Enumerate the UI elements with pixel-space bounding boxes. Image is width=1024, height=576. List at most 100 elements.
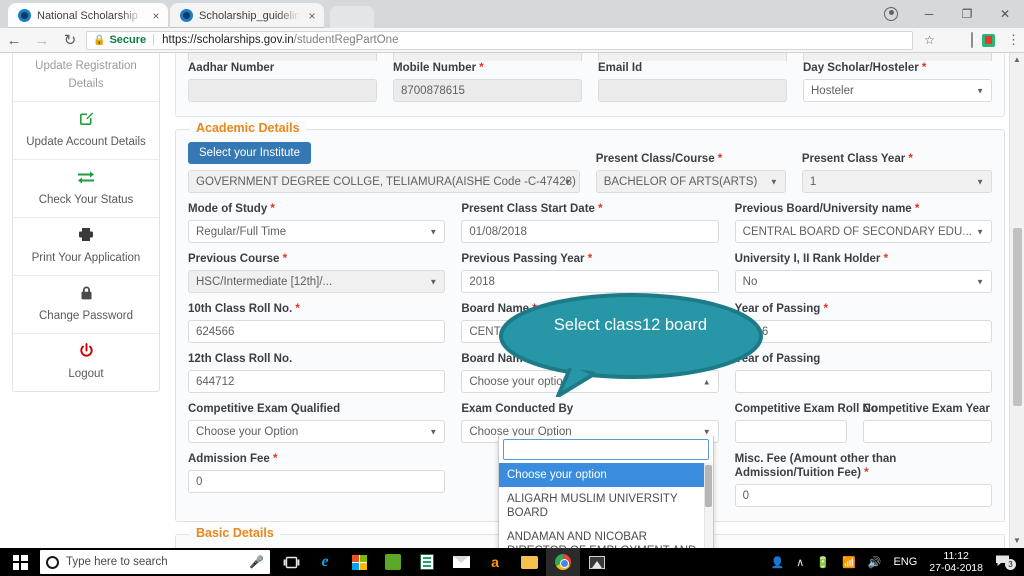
page-scrollbar[interactable]: ▲ ▼ xyxy=(1009,53,1024,548)
microphone-icon[interactable]: 🎤 xyxy=(249,555,264,569)
maximize-button[interactable]: ❐ xyxy=(948,0,986,28)
email-id-input[interactable] xyxy=(598,79,787,102)
mode-of-study-select[interactable]: Regular/Full Time ▼ xyxy=(188,220,446,243)
field-previous-course: Previous Course * HSC/Intermediate [12th… xyxy=(188,252,446,293)
browser-tab-2[interactable]: Scholarship_guidelines_P × xyxy=(170,3,324,28)
select-value: CENTRAL BOARD OF SECONDARY EDU... xyxy=(742,225,972,238)
bookmark-star-icon[interactable]: ☆ xyxy=(919,33,940,47)
start-button[interactable] xyxy=(0,548,40,576)
tenth-class-roll-no-input[interactable]: 624566 xyxy=(188,320,446,343)
taskbar-search-box[interactable]: Type here to search 🎤 xyxy=(40,550,270,574)
back-button[interactable]: ← xyxy=(0,32,28,49)
previous-course-select[interactable]: HSC/Intermediate [12th]/... ▼ xyxy=(188,270,446,293)
misc-fee-input[interactable]: 0 xyxy=(734,484,992,507)
dropdown-scroll-thumb[interactable] xyxy=(705,465,712,507)
new-tab-button[interactable] xyxy=(330,6,374,28)
dropdown-scrollbar[interactable] xyxy=(704,463,713,548)
field-previous-board-university: Previous Board/University name * CENTRAL… xyxy=(734,202,992,243)
present-class-year-select[interactable]: 1 ▼ xyxy=(801,170,992,193)
taskbar-app-green[interactable] xyxy=(376,548,410,576)
scroll-up-arrow[interactable]: ▲ xyxy=(1010,53,1024,67)
taskbar-app-file-explorer[interactable] xyxy=(512,548,546,576)
day-scholar-hosteler-select[interactable]: Hosteler ▼ xyxy=(803,79,992,102)
tab-favicon xyxy=(180,9,193,22)
reload-button[interactable]: ↻ xyxy=(56,31,84,49)
profile-avatar-icon[interactable] xyxy=(872,0,910,28)
microsoft-store-icon xyxy=(351,554,367,570)
field-label: Competitive Exam Qualified xyxy=(188,403,341,415)
chevron-up-icon[interactable]: ∧ xyxy=(790,556,810,569)
aadhar-number-input[interactable] xyxy=(188,79,377,102)
sidebar-item-label: Check Your Status xyxy=(38,194,134,206)
scroll-down-arrow[interactable]: ▼ xyxy=(1010,534,1024,548)
green-extension-icon[interactable] xyxy=(982,33,1003,47)
sidebar-item-update-registration[interactable]: Update Registration Details xyxy=(13,53,159,102)
admission-fee-input[interactable]: 0 xyxy=(188,470,446,493)
competitive-exam-qualified-select[interactable]: Choose your Option ▼ xyxy=(188,420,446,443)
taskbar-app-photos[interactable] xyxy=(580,548,614,576)
minimize-button[interactable]: ─ xyxy=(910,0,948,28)
chevron-down-icon: ▼ xyxy=(976,227,984,236)
field-12th-class-roll-no: 12th Class Roll No. 644712 xyxy=(188,352,446,393)
dropdown-option[interactable]: ALIGARH MUSLIM UNIVERSITY BOARD xyxy=(499,487,713,525)
select-value: Choose your Option xyxy=(196,425,299,438)
year-of-passing-10-input[interactable]: 2016 xyxy=(734,320,992,343)
taskbar-app-amazon[interactable]: a xyxy=(478,548,512,576)
taskbar-app-excel[interactable] xyxy=(410,548,444,576)
board-name-12-dropdown[interactable]: Choose your option ALIGARH MUSLIM UNIVER… xyxy=(498,436,714,548)
browser-toolbar: ← → ↻ 🔒 Secure | https://scholarships.go… xyxy=(0,28,1024,53)
task-view-button[interactable] xyxy=(274,548,308,576)
browser-tab-1[interactable]: National Scholarship Sch × xyxy=(8,3,168,28)
previous-passing-year-input[interactable]: 2018 xyxy=(461,270,719,293)
tab-close-icon[interactable]: × xyxy=(150,10,162,22)
select-your-institute-button[interactable]: Select your Institute xyxy=(188,142,311,164)
field-present-class-year: Present Class Year * 1 ▼ xyxy=(801,152,992,193)
volume-icon[interactable]: 🔊 xyxy=(862,556,888,569)
taskbar-app-edge[interactable]: e xyxy=(308,548,342,576)
action-center-button[interactable]: 3 xyxy=(989,554,1018,570)
wifi-icon[interactable]: 📶 xyxy=(836,556,862,569)
sidebar-item-change-password[interactable]: Change Password xyxy=(13,276,159,334)
present-class-course-select[interactable]: BACHELOR OF ARTS(ARTS) ▼ xyxy=(595,170,786,193)
chevron-down-icon: ▼ xyxy=(702,427,711,436)
sidebar-item-update-account-details[interactable]: Update Account Details xyxy=(13,102,159,160)
institute-select[interactable]: GOVERNMENT DEGREE COLLGE, TELIAMURA(AISH… xyxy=(188,170,580,193)
clipped-field-top xyxy=(188,53,377,61)
mobile-number-input[interactable]: 8700878615 xyxy=(393,79,582,102)
chrome-menu-icon[interactable]: ⋮ xyxy=(1003,32,1024,48)
people-icon[interactable]: 👤 xyxy=(765,556,791,569)
excel-icon xyxy=(420,554,434,570)
competitive-exam-year-input[interactable] xyxy=(862,420,992,443)
field-label: Mobile Number * xyxy=(393,62,484,74)
dropdown-search-input[interactable] xyxy=(503,439,709,460)
taskbar-app-mail[interactable] xyxy=(444,548,478,576)
clipped-field-top xyxy=(598,53,787,61)
dropdown-option[interactable]: ANDAMAN AND NICOBAR DIRECTOR OF EMPLOYME… xyxy=(499,525,713,548)
clock[interactable]: 11:12 27-04-2018 xyxy=(923,550,989,574)
competitive-exam-roll-no-input[interactable] xyxy=(734,420,847,443)
address-bar[interactable]: 🔒 Secure | https://scholarships.gov.in/s… xyxy=(86,30,913,50)
chrome-icon xyxy=(555,554,571,570)
previous-board-university-select[interactable]: CENTRAL BOARD OF SECONDARY EDU... ▼ xyxy=(734,220,992,243)
taskbar-app-store[interactable] xyxy=(342,548,376,576)
tab-title: National Scholarship Sch xyxy=(37,9,144,22)
page-scroll-thumb[interactable] xyxy=(1013,228,1022,406)
select-value: HSC/Intermediate [12th]/... xyxy=(196,275,333,288)
cube-extension-icon[interactable] xyxy=(961,32,982,48)
language-indicator[interactable]: ENG xyxy=(887,556,923,568)
present-class-start-date-input[interactable]: 01/08/2018 xyxy=(461,220,719,243)
system-tray: 👤 ∧ 🔋 📶 🔊 ENG 11:12 27-04-2018 3 xyxy=(765,548,1024,576)
close-window-button[interactable]: ✕ xyxy=(986,0,1024,28)
dropdown-option-list[interactable]: Choose your option ALIGARH MUSLIM UNIVER… xyxy=(499,463,713,548)
forward-button[interactable]: → xyxy=(28,32,56,49)
year-of-passing-12-input[interactable] xyxy=(734,370,992,393)
dropdown-option[interactable]: Choose your option xyxy=(499,463,713,487)
battery-icon[interactable]: 🔋 xyxy=(810,556,836,569)
twelfth-class-roll-no-input[interactable]: 644712 xyxy=(188,370,446,393)
tab-close-icon[interactable]: × xyxy=(306,10,318,22)
sidebar-item-print-your-application[interactable]: Print Your Application xyxy=(13,218,159,276)
university-rank-holder-select[interactable]: No ▼ xyxy=(734,270,992,293)
sidebar-item-logout[interactable]: Logout xyxy=(13,334,159,391)
taskbar-app-chrome[interactable] xyxy=(546,548,580,576)
sidebar-item-check-your-status[interactable]: Check Your Status xyxy=(13,160,159,218)
